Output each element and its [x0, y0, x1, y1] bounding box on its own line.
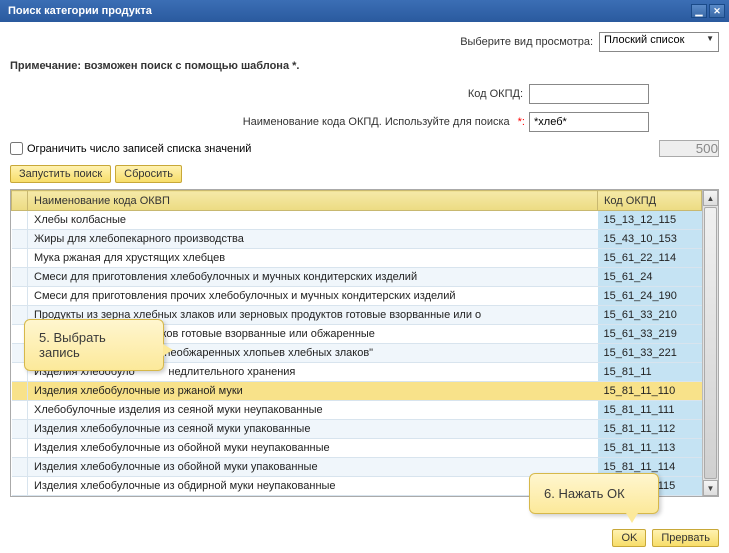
table-row[interactable]: Изделия хлебобулочные из сеяной муки упа… [12, 420, 702, 439]
name-search-input[interactable] [529, 112, 649, 132]
search-button[interactable]: Запустить поиск [10, 165, 111, 183]
col-code-header[interactable]: Код ОКПД [598, 191, 702, 211]
cell-name: Изделия хлебобулочные из обдирной муки н… [28, 477, 598, 496]
table-row[interactable]: Изделия хлебобулочные из ржаной муки15_8… [12, 382, 702, 401]
titlebar-controls: ▁ ✕ [691, 4, 725, 18]
cell-code: 15_43_10_153 [598, 230, 702, 249]
callout-line1: 5. Выбрать [39, 330, 149, 345]
window-title: Поиск категории продукта [8, 5, 152, 17]
cell-name: Хлебобулочные изделия из сеяной муки неу… [28, 401, 598, 420]
row-marker [12, 439, 28, 458]
cell-name: Смеси для приготовления хлебобулочных и … [28, 268, 598, 287]
scroll-thumb[interactable] [704, 207, 717, 479]
callout-select-record: 5. Выбрать запись [24, 319, 164, 371]
row-marker [12, 268, 28, 287]
row-marker [12, 211, 28, 230]
cell-code: 15_81_11_112 [598, 420, 702, 439]
note-text: Примечание: возможен поиск с помощью шаб… [10, 60, 719, 72]
close-button[interactable]: ✕ [709, 4, 725, 18]
ok-button[interactable]: OK [612, 529, 646, 547]
code-label: Код ОКПД: [468, 88, 523, 100]
callout-press-ok: 6. Нажать ОК [529, 473, 659, 514]
row-marker [12, 458, 28, 477]
table-row[interactable]: Жиры для хлебопекарного производства15_4… [12, 230, 702, 249]
table-row[interactable]: Смеси для приготовления хлебобулочных и … [12, 268, 702, 287]
dialog-buttons: OK Прервать [0, 523, 729, 553]
cancel-button[interactable]: Прервать [652, 529, 719, 547]
row-marker [12, 477, 28, 496]
vertical-scrollbar[interactable]: ▲ ▼ [702, 190, 718, 496]
cell-code: 15_81_11_113 [598, 439, 702, 458]
cell-name: Хлебы колбасные [28, 211, 598, 230]
table-header-row: Наименование кода ОКВП Код ОКПД [12, 191, 702, 211]
callout-line2: запись [39, 345, 149, 360]
callout-ok-text: 6. Нажать ОК [544, 486, 644, 501]
scroll-down-icon[interactable]: ▼ [703, 480, 718, 496]
cell-code: 15_81_11 [598, 363, 702, 382]
cell-name: Изделия хлебобулочные из обойной муки уп… [28, 458, 598, 477]
cell-code: 15_61_24 [598, 268, 702, 287]
cell-code: 15_13_12_115 [598, 211, 702, 230]
cell-code: 15_61_33_221 [598, 344, 702, 363]
row-marker [12, 249, 28, 268]
view-label: Выберите вид просмотра: [460, 36, 593, 48]
scroll-up-icon[interactable]: ▲ [703, 190, 718, 206]
dialog-content: Выберите вид просмотра: Плоский список П… [0, 22, 729, 507]
limit-label: Ограничить число записей списка значений [27, 143, 251, 155]
table-row[interactable]: Изделия хлебобулочные из обойной муки не… [12, 439, 702, 458]
cell-code: 15_61_22_114 [598, 249, 702, 268]
code-input[interactable] [529, 84, 649, 104]
table-row[interactable]: Мука ржаная для хрустящих хлебцев15_61_2… [12, 249, 702, 268]
cell-name: Изделия хлебобулочные из обойной муки не… [28, 439, 598, 458]
row-marker [12, 230, 28, 249]
cell-code: 15_61_24_190 [598, 287, 702, 306]
title-bar: Поиск категории продукта ▁ ✕ [0, 0, 729, 22]
col-blank[interactable] [12, 191, 28, 211]
cell-code: 15_61_33_210 [598, 306, 702, 325]
table-row[interactable]: Хлебобулочные изделия из сеяной муки неу… [12, 401, 702, 420]
cell-name: Мука ржаная для хрустящих хлебцев [28, 249, 598, 268]
reset-button[interactable]: Сбросить [115, 165, 182, 183]
name-search-label: Наименование кода ОКПД. Используйте для … [243, 116, 510, 128]
cell-name: Изделия хлебобулочные из сеяной муки упа… [28, 420, 598, 439]
table-row[interactable]: Хлебы колбасные15_13_12_115 [12, 211, 702, 230]
minimize-button[interactable]: ▁ [691, 4, 707, 18]
cell-code: 15_81_11_110 [598, 382, 702, 401]
cell-name: Смеси для приготовления прочих хлебобуло… [28, 287, 598, 306]
view-select[interactable]: Плоский список [599, 32, 719, 52]
col-name-header[interactable]: Наименование кода ОКВП [28, 191, 598, 211]
table-row[interactable]: Смеси для приготовления прочих хлебобуло… [12, 287, 702, 306]
cell-name: Жиры для хлебопекарного производства [28, 230, 598, 249]
required-marker: *: [518, 116, 525, 128]
row-marker [12, 420, 28, 439]
limit-value [659, 140, 719, 157]
cell-code: 15_81_11_111 [598, 401, 702, 420]
cell-name: Изделия хлебобулочные из ржаной муки [28, 382, 598, 401]
row-marker [12, 382, 28, 401]
cell-code: 15_61_33_219 [598, 325, 702, 344]
limit-checkbox[interactable] [10, 142, 23, 155]
row-marker [12, 401, 28, 420]
row-marker [12, 287, 28, 306]
